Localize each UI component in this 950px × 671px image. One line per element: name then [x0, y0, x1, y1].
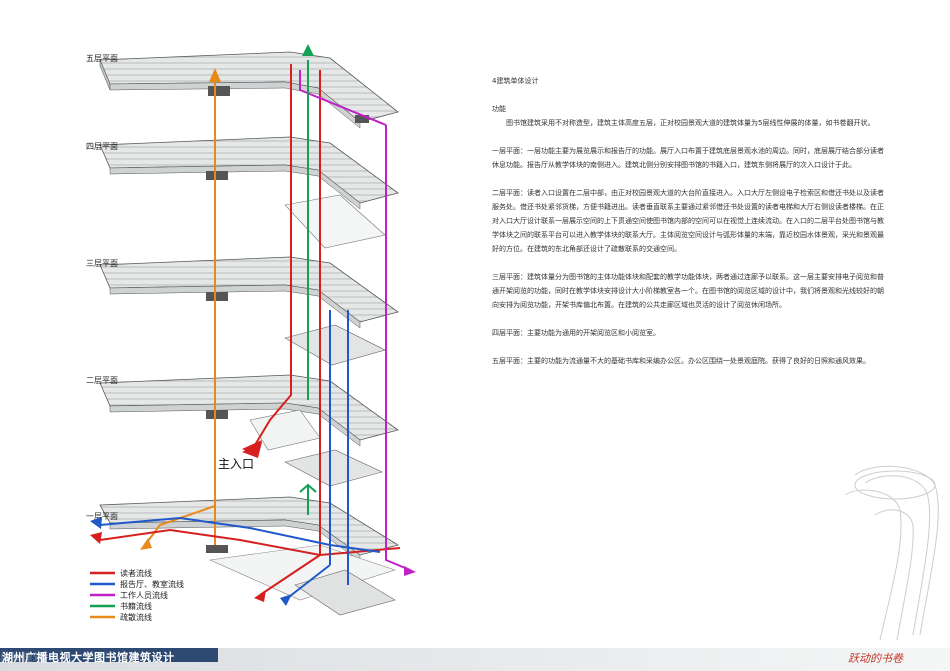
footer-title: 湖州广播电视大学图书馆建筑设计 — [2, 651, 175, 664]
floor-5-plan — [99, 51, 399, 129]
paragraph-floor-1: 一层平面：一层功能主要为展览展示和报告厅的功能。展厅入口布置于建筑底层景观水池的… — [492, 147, 884, 169]
paragraph-floor-2: 二层平面：读者入口设置在二层中部，由正对校园景观大道的大台阶直接进入。入口大厅左… — [492, 189, 884, 253]
function-heading: 功能 — [492, 105, 506, 113]
legend-label-lecture: 报告厅、教室流线 — [120, 579, 184, 589]
floor-label-4: 四层平面 — [86, 142, 118, 151]
section-heading: 4建筑单体设计 — [492, 77, 539, 85]
paragraph-floor-5: 五层平面：主要的功能为流通量不大的基础书库和采编办公区。办公区围绕一处景观庭院。… — [492, 357, 870, 365]
floor-4-plan — [99, 136, 399, 249]
legend-label-books: 书籍流线 — [120, 601, 152, 611]
design-description: 4建筑单体设计 功能 图书馆建筑采用不对称造型，建筑主体高度五层，正对校园景观大… — [492, 74, 887, 382]
floor-label-1: 一层平面 — [86, 512, 118, 521]
paragraph-overview: 图书馆建筑采用不对称造型，建筑主体高度五层，正对校园景观大道的建筑体量为5层线性… — [506, 119, 875, 127]
floor-label-5: 五层平面 — [86, 54, 118, 63]
legend-label-reader: 读者流线 — [120, 568, 152, 578]
floor-label-3: 三层平面 — [86, 259, 118, 268]
main-entry-marker: 主入口 — [218, 442, 262, 471]
main-entry-label: 主入口 — [218, 457, 254, 471]
footer-slogan: 跃动的书卷 — [848, 652, 903, 665]
scroll-sketch-decoration — [844, 465, 939, 641]
floor-label-2: 二层平面 — [86, 376, 118, 385]
paragraph-floor-4: 四层平面：主要功能为通用的开架阅览区和小阅览室。 — [492, 329, 660, 337]
legend-label-staff: 工作人员流线 — [120, 590, 168, 600]
floor-3-plan — [99, 256, 399, 366]
legend-label-evacuation: 疏散流线 — [120, 612, 152, 622]
paragraph-floor-3: 三层平面：建筑体量分为图书馆的主体功能体块和配套的教学功能体块，两者通过连廊予以… — [492, 273, 884, 309]
legend: 读者流线 报告厅、教室流线 工作人员流线 书籍流线 疏散流线 — [90, 568, 184, 622]
